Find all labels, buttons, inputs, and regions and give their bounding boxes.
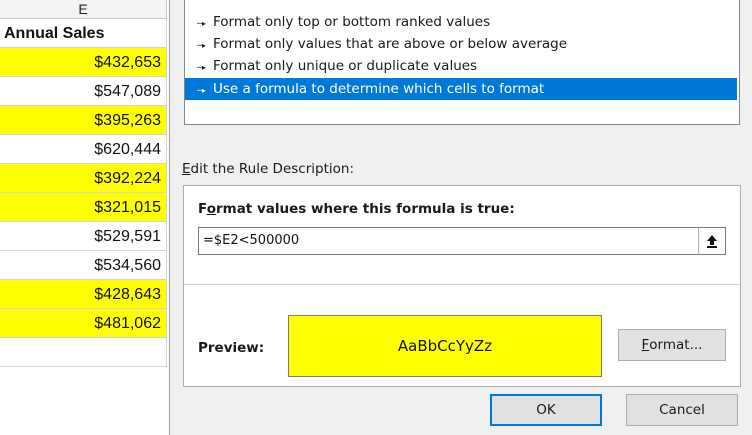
sales-cell[interactable]: $432,653 (0, 48, 167, 77)
bullet-arrow-icon: ─▸ (197, 86, 206, 95)
cell-value: $529,591 (94, 228, 161, 245)
cell-value: $395,263 (94, 112, 161, 129)
cell-value: $620,444 (94, 141, 161, 158)
sales-cell[interactable]: $428,643 (0, 280, 167, 309)
column-header-e[interactable]: E (0, 0, 167, 19)
divider (184, 284, 740, 285)
sales-cell[interactable]: $321,015 (0, 193, 167, 222)
sales-cell[interactable]: $395,263 (0, 106, 167, 135)
edit-rule-description-label: Edit the Rule Description: (182, 161, 354, 177)
bullet-arrow-icon: ─▸ (197, 41, 206, 50)
ok-button[interactable]: OK (490, 394, 602, 426)
sales-cell[interactable]: $529,591 (0, 222, 167, 251)
rule-type-list[interactable]: ─▸ Format only top or bottom ranked value… (184, 0, 740, 125)
cancel-button[interactable]: Cancel (626, 394, 738, 426)
cell-value: $481,062 (94, 315, 161, 332)
rule-type-label: Format only unique or duplicate values (213, 58, 478, 74)
bullet-arrow-icon: ─▸ (197, 63, 206, 72)
upload-arrow-icon (707, 235, 717, 248)
sales-cell[interactable] (0, 338, 167, 367)
rule-description-panel: Format values where this formula is true… (183, 185, 741, 387)
rule-type-label: Format only values that are above or bel… (213, 36, 568, 52)
collapse-dialog-button[interactable] (698, 228, 725, 254)
sales-cell[interactable]: $534,560 (0, 251, 167, 280)
column-header-cell[interactable]: Annual Sales (0, 19, 167, 48)
rule-type-label: Use a formula to determine which cells t… (213, 81, 545, 97)
header-text: Annual Sales (4, 25, 105, 42)
sales-cell[interactable]: $481,062 (0, 309, 167, 338)
formula-label: Format values where this formula is true… (198, 201, 515, 217)
format-button[interactable]: Format... (618, 329, 726, 361)
bullet-arrow-icon: ─▸ (197, 19, 206, 28)
cell-value: $392,224 (94, 170, 161, 187)
rule-type-item[interactable]: ─▸ Format only values that are above or b… (185, 33, 737, 55)
cell-value: $534,560 (94, 257, 161, 274)
cell-value: $547,089 (94, 83, 161, 100)
rule-type-item[interactable]: ─▸ Format only top or bottom ranked value… (185, 11, 737, 33)
rule-type-item[interactable]: ─▸ Use a formula to determine which cells… (185, 78, 737, 100)
rule-type-item[interactable]: ─▸ Format only unique or duplicate values (185, 55, 737, 77)
rule-type-label: Format only top or bottom ranked values (213, 14, 491, 30)
preview-label: Preview: (198, 340, 265, 356)
new-formatting-rule-dialog: ─▸ Format only top or bottom ranked value… (169, 0, 752, 435)
formula-field (198, 227, 726, 255)
cell-value: $428,643 (94, 286, 161, 303)
sales-cell[interactable]: $547,089 (0, 77, 167, 106)
spreadsheet-column: E Annual Sales $432,653 $547,089 $395,263 $6… (0, 0, 168, 435)
sales-cell[interactable]: $620,444 (0, 135, 167, 164)
sales-cell[interactable]: $392,224 (0, 164, 167, 193)
formula-input[interactable] (203, 228, 693, 254)
cell-value: $432,653 (94, 54, 161, 71)
preview-sample: AaBbCcYyZz (288, 315, 602, 377)
cell-value: $321,015 (94, 199, 161, 216)
